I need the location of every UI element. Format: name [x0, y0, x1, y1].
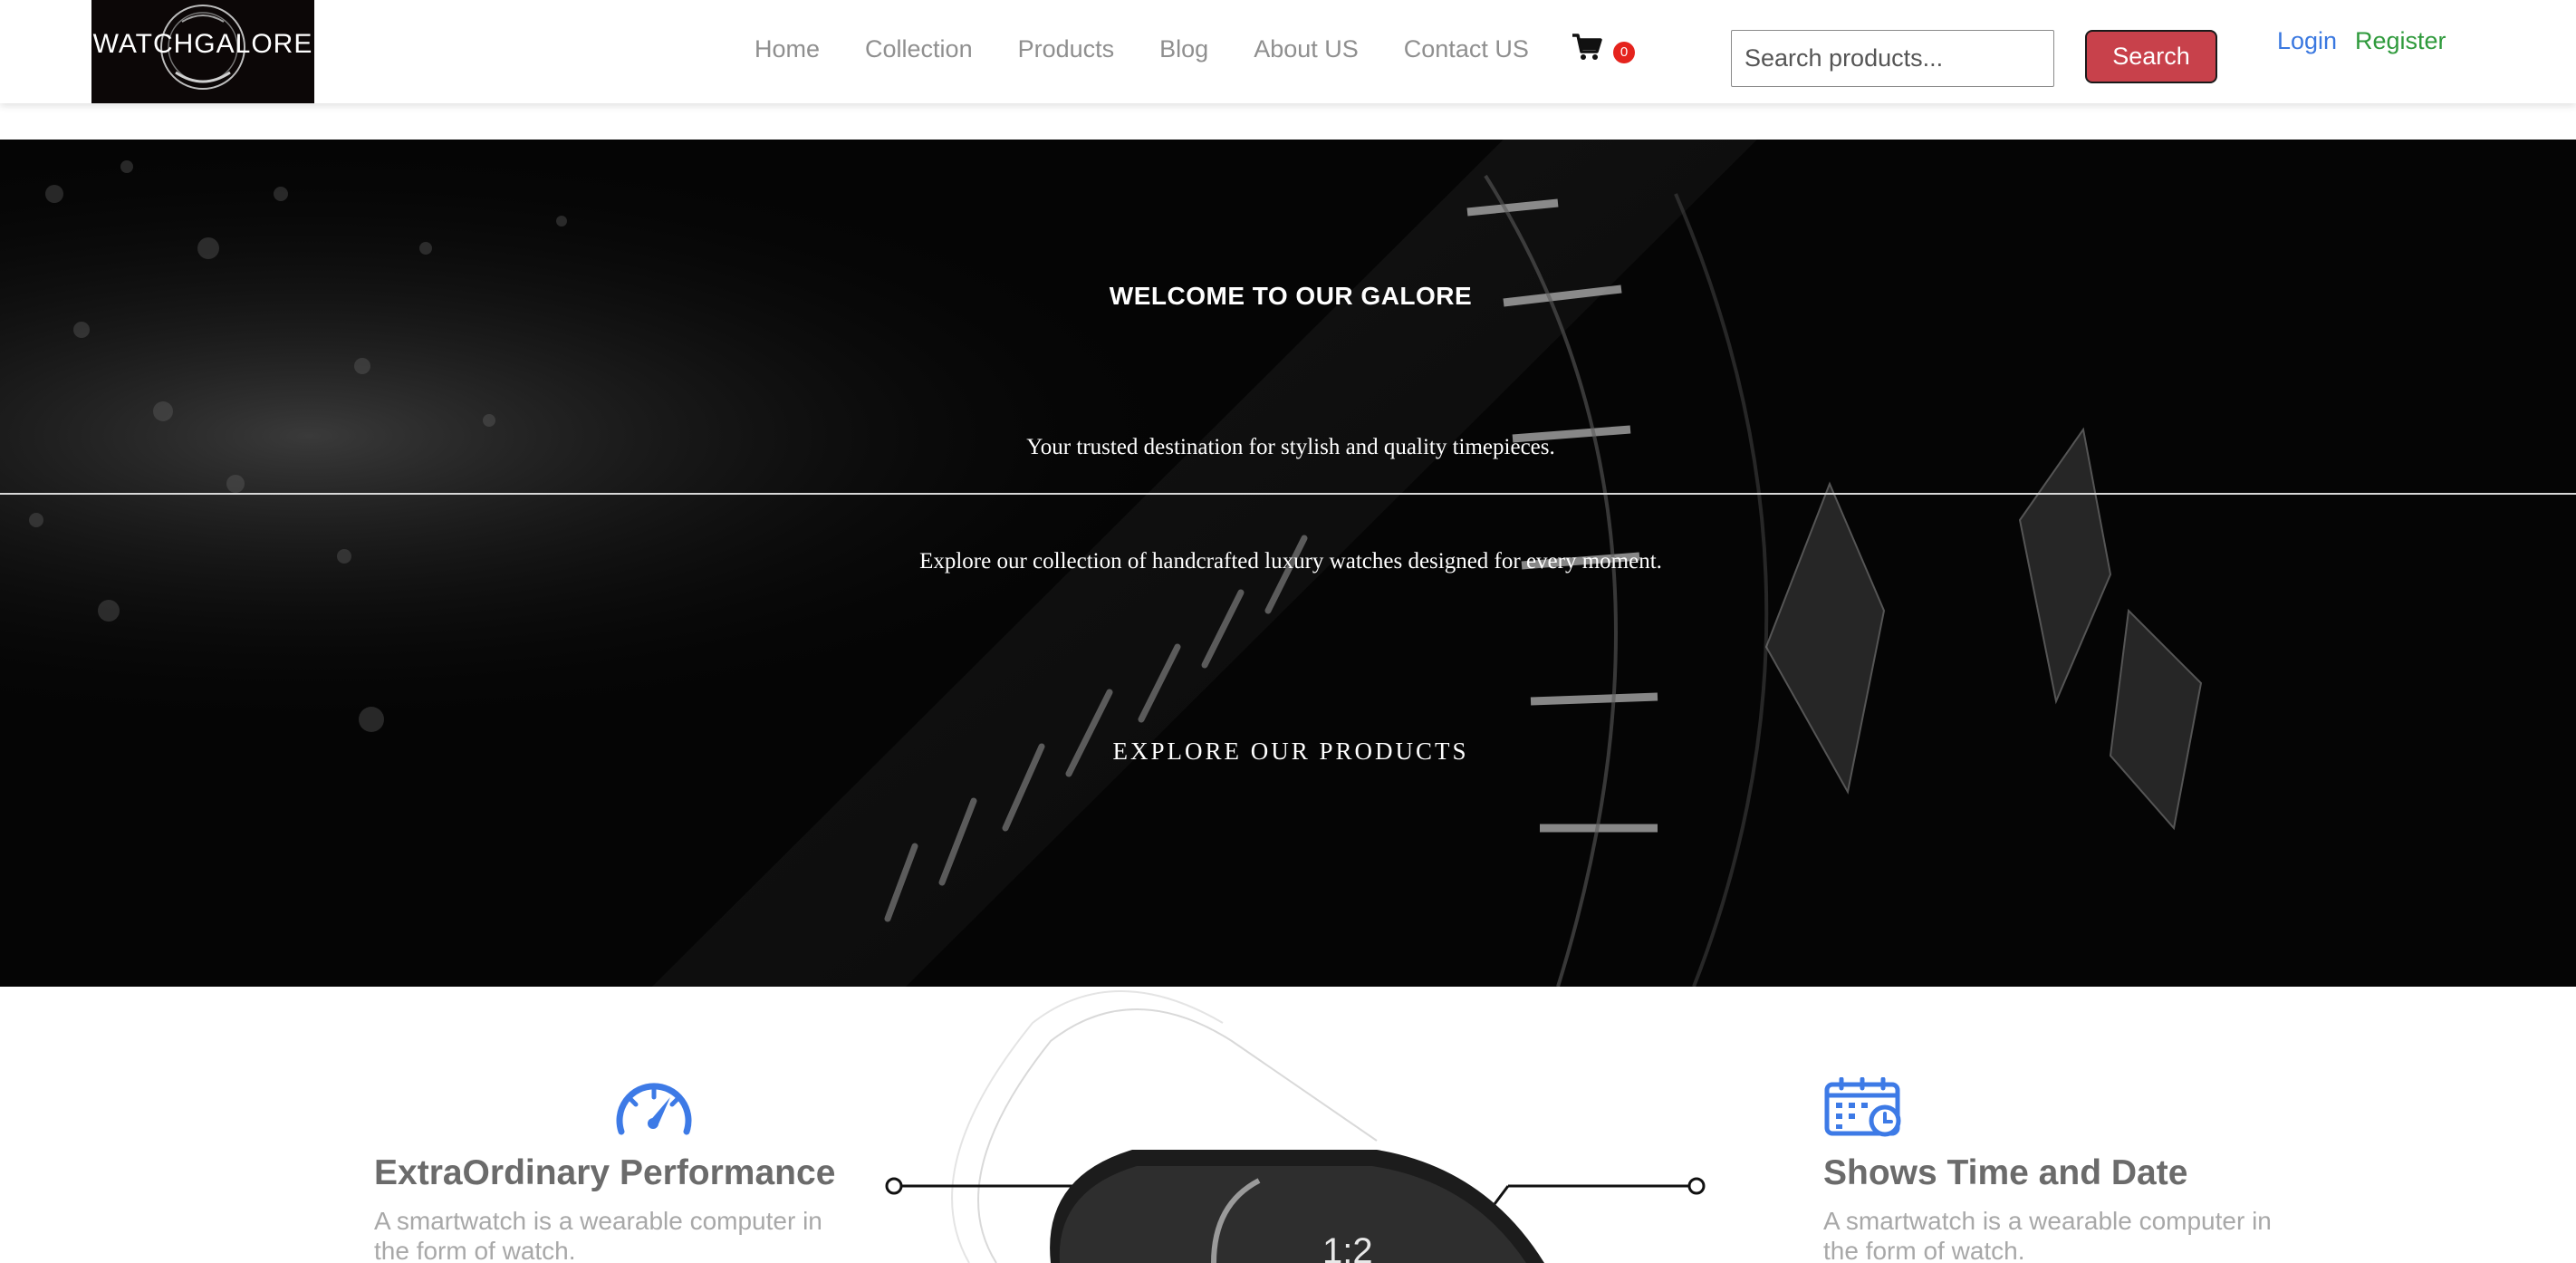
- nav-blog-link[interactable]: Blog: [1159, 35, 1208, 63]
- svg-text:1:2: 1:2: [1322, 1231, 1373, 1263]
- hero-description: Explore our collection of handcrafted lu…: [919, 549, 1662, 574]
- feature-performance: ExtraOrdinary Performance A smartwatch i…: [374, 1153, 836, 1263]
- nav-collection-link[interactable]: Collection: [865, 35, 973, 63]
- feature-time-date-description: A smartwatch is a wearable computer in t…: [1823, 1207, 2272, 1263]
- cart-count-badge: 0: [1613, 42, 1635, 63]
- brand-logo[interactable]: WATCHGALORE: [91, 0, 314, 103]
- top-navbar: WATCHGALORE Home Collection Products Blo…: [0, 0, 2576, 103]
- calendar-clock-icon: [1824, 1077, 1901, 1137]
- nav-contact-link[interactable]: Contact US: [1404, 35, 1529, 63]
- logo-text: WATCHGALORE: [92, 29, 313, 59]
- feature-performance-description: A smartwatch is a wearable computer in t…: [374, 1207, 822, 1263]
- search-button[interactable]: Search: [2085, 30, 2217, 83]
- search-input[interactable]: [1731, 30, 2054, 87]
- nav-home-link[interactable]: Home: [755, 35, 820, 63]
- explore-products-button[interactable]: EXPLORE OUR PRODUCTS: [1078, 738, 1504, 766]
- hero-banner: WELCOME TO OUR GALORE Your trusted desti…: [0, 140, 2576, 987]
- cart-button[interactable]: 0: [1572, 31, 1635, 67]
- nav-products-link[interactable]: Products: [1018, 35, 1115, 63]
- feature-time-date-title: Shows Time and Date: [1823, 1153, 2188, 1192]
- speedometer-icon: [616, 1083, 692, 1135]
- hero-title: WELCOME TO OUR GALORE: [1109, 282, 1473, 310]
- smartwatch-image: 1:2: [885, 990, 1706, 1263]
- shopping-cart-icon: [1572, 34, 1602, 60]
- register-link[interactable]: Register: [2355, 27, 2446, 55]
- hero-subtitle: Your trusted destination for stylish and…: [1026, 435, 1555, 459]
- feature-performance-title: ExtraOrdinary Performance: [374, 1153, 836, 1192]
- nav-about-link[interactable]: About US: [1254, 35, 1359, 63]
- features-section: ExtraOrdinary Performance A smartwatch i…: [0, 987, 2576, 1263]
- login-link[interactable]: Login: [2277, 27, 2337, 55]
- main-nav: Home Collection Products Blog About US C…: [755, 31, 1574, 67]
- feature-time-date: Shows Time and Date A smartwatch is a we…: [1823, 1153, 2285, 1263]
- hero-divider: [0, 493, 2576, 495]
